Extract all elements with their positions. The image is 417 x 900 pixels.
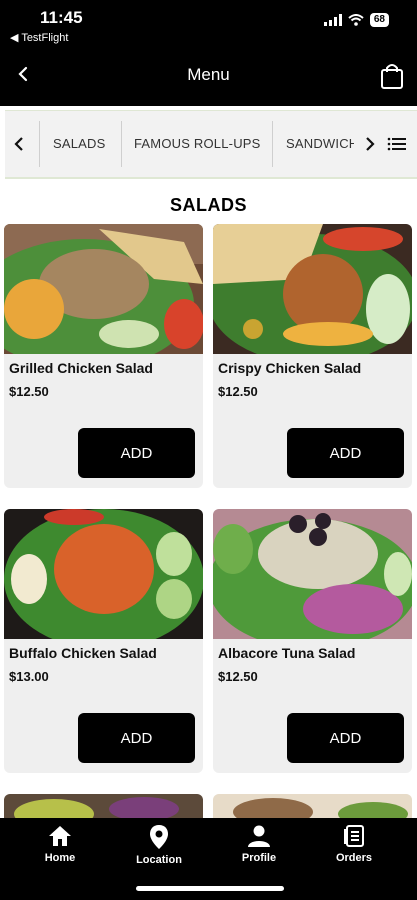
add-button[interactable]: ADD [78,428,195,478]
back-to-app-link[interactable]: ◀ TestFlight [10,31,68,44]
list-menu-icon[interactable] [386,133,408,155]
tab-profile[interactable]: Profile [219,824,299,864]
cellular-signal-icon [323,14,342,26]
tab-home[interactable]: Home [20,824,100,864]
home-indicator [136,886,284,891]
wifi-icon [348,14,364,26]
top-app-bar: Menu [0,48,417,106]
status-bar: 11:45 ◀ TestFlight 68 [0,0,417,48]
category-divider [5,177,417,179]
crispy-chicken-salad-photo [213,224,412,354]
item-name: Crispy Chicken Salad [218,360,362,376]
menu-item-card[interactable]: Crispy Chicken Salad $12.50 ADD [213,224,412,488]
item-price: $12.50 [218,669,258,684]
orders-icon [344,825,364,847]
tab-label: Home [44,852,76,864]
status-time: 11:45 [40,8,83,27]
item-name: Albacore Tuna Salad [218,645,356,661]
page-title: Menu [187,65,230,84]
profile-icon [248,825,270,847]
battery-indicator: 68 [369,13,389,27]
albacore-tuna-salad-photo [213,509,412,639]
item-name: Grilled Chicken Salad [9,360,153,376]
chevron-left-icon[interactable] [9,133,31,155]
chevron-right-icon[interactable] [358,133,380,155]
add-button[interactable]: ADD [287,428,404,478]
shopping-bag-icon[interactable] [379,62,405,90]
item-price: $13.00 [9,669,49,684]
category-tab-famous-roll-ups[interactable]: FAMOUS ROLL-UPS [134,121,264,167]
item-price: $12.50 [9,384,49,399]
tab-location[interactable]: Location [119,824,199,866]
category-nav: SALADS FAMOUS ROLL-UPS SANDWICHES [5,110,417,177]
add-button[interactable]: ADD [78,713,195,763]
tab-orders[interactable]: Orders [314,824,394,864]
category-tab-sandwiches[interactable]: SANDWICHES [286,121,354,167]
add-button[interactable]: ADD [287,713,404,763]
tab-label: Location [136,854,182,866]
category-tab-salads[interactable]: SALADS [53,121,113,167]
grilled-chicken-salad-photo [4,224,203,354]
section-title: SALADS [169,195,247,215]
buffalo-chicken-salad-photo [4,509,203,639]
tab-label: Orders [335,852,373,864]
status-icons: 68 [323,13,389,27]
home-icon [49,826,71,846]
menu-item-card[interactable]: Buffalo Chicken Salad $13.00 ADD [4,509,203,773]
menu-item-card[interactable]: Albacore Tuna Salad $12.50 ADD [213,509,412,773]
item-name: Buffalo Chicken Salad [9,645,157,661]
location-pin-icon [150,825,168,849]
menu-item-card[interactable]: Grilled Chicken Salad $12.50 ADD [4,224,203,488]
tab-label: Profile [241,852,277,864]
item-price: $12.50 [218,384,258,399]
